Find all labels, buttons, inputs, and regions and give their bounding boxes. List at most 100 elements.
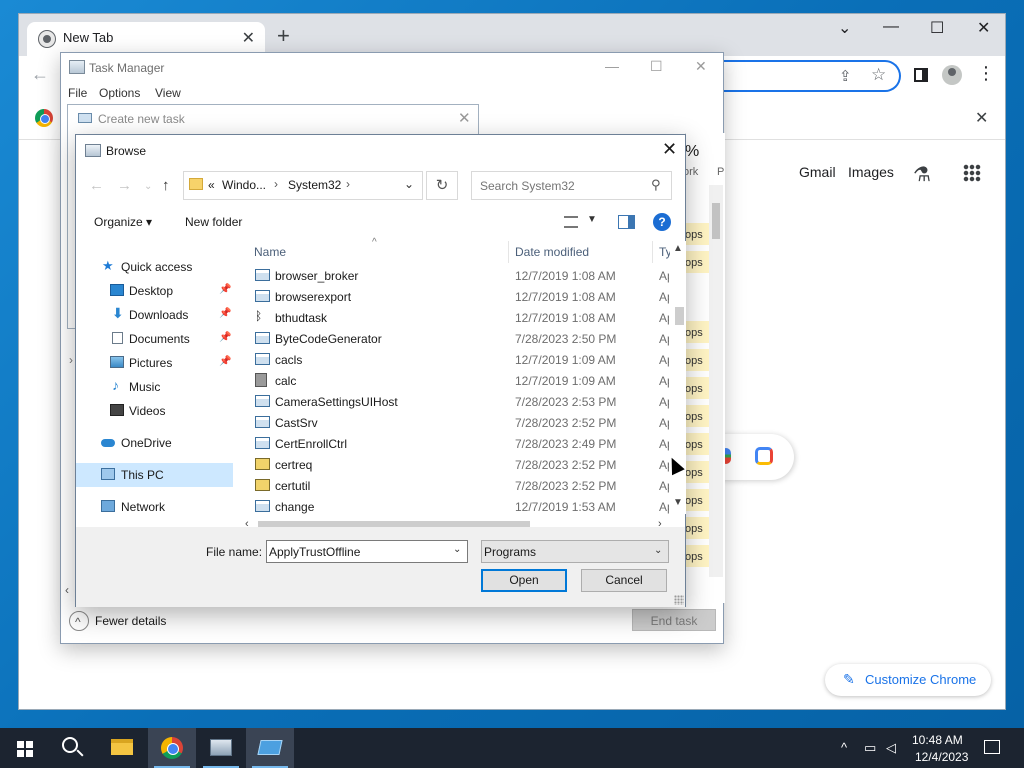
breadcrumb-system32[interactable]: System32 [288,178,341,192]
tm-scroll-thumb[interactable] [712,203,720,239]
nav-desktop[interactable]: Desktop 📌 [76,279,233,303]
tab-search-chevron-icon[interactable]: ⌄ [838,18,851,38]
nav-documents[interactable]: Documents 📌 [76,327,233,351]
start-button[interactable] [0,728,48,768]
taskbar-run-dialog[interactable] [246,728,294,768]
file-row[interactable]: CameraSettingsUIHost 7/28/2023 2:53 PM Ap [244,391,670,412]
cancel-button[interactable]: Cancel [581,569,667,592]
nav-this-pc[interactable]: This PC [76,463,233,487]
tm-menu-view[interactable]: View [155,86,181,100]
tab-close-icon[interactable]: ✕ [242,28,255,48]
pin-icon[interactable]: 📌 [219,308,231,319]
file-row[interactable]: calc 12/7/2019 1:09 AM Ap [244,370,670,391]
browse-close-icon[interactable]: ✕ [662,139,677,160]
nav-quick-access[interactable]: ★ Quick access [76,255,233,279]
pin-icon[interactable]: 📌 [219,356,231,367]
tm-maximize-icon[interactable]: ☐ [650,58,663,75]
nav-back-icon[interactable]: ← [89,177,104,194]
breadcrumb-windows[interactable]: Windo... [222,178,266,192]
file-row[interactable]: CastSrv 7/28/2023 2:52 PM Ap [244,412,670,433]
back-arrow-icon[interactable]: ← [31,64,49,85]
maximize-icon[interactable]: ☐ [930,18,944,38]
help-icon[interactable]: ? [653,213,671,231]
tm-scroll-left-icon[interactable]: ‹ [65,583,69,597]
customize-chrome-button[interactable]: ✎ Customize Chrome [825,664,991,696]
taskbar-search-button[interactable] [48,728,96,768]
fewer-details-button[interactable]: Fewer details [69,611,189,633]
column-date-modified[interactable]: Date modified [515,245,589,259]
new-folder-button[interactable]: New folder [185,215,242,229]
column-divider[interactable] [508,241,509,263]
infobar-close-icon[interactable]: ✕ [975,108,988,128]
taskbar-file-explorer[interactable] [98,728,146,768]
tm-minimize-icon[interactable]: — [605,58,619,74]
taskbar-task-manager[interactable] [197,728,245,768]
file-row[interactable]: ᛒ bthudtask 12/7/2019 1:08 AM Ap [244,307,670,328]
clock-date[interactable]: 12/4/2023 [915,750,968,764]
organize-button[interactable]: Organize ▾ [94,215,152,229]
address-overflow[interactable]: « [208,178,215,192]
address-bar[interactable]: « Windo... › System32 › ⌄ [183,171,423,200]
vertical-scroll-thumb[interactable] [675,307,684,325]
gmail-link[interactable]: Gmail [799,164,836,180]
pin-icon[interactable]: 📌 [219,332,231,343]
nav-up-icon[interactable]: ↑ [162,177,170,194]
resize-grip-icon[interactable] [674,595,684,605]
tm-vertical-scrollbar[interactable] [709,185,723,577]
nav-videos[interactable]: Videos [76,399,233,423]
breadcrumb-separator-icon[interactable]: › [274,177,278,191]
create-task-close-icon[interactable]: ✕ [458,109,471,127]
view-options-icon[interactable] [564,216,578,228]
scroll-up-icon[interactable]: ▲ [673,243,683,254]
file-row[interactable]: certutil 7/28/2023 2:52 PM Ap [244,475,670,496]
volume-muted-icon[interactable]: ◁ [886,740,896,756]
tm-power-header[interactable]: P [717,166,724,178]
nav-music[interactable]: ♪ Music [76,375,233,399]
tray-overflow-chevron-icon[interactable]: ^ [841,740,847,755]
search-input[interactable] [471,171,672,200]
file-row[interactable]: browser_broker 12/7/2019 1:08 AM Ap [244,265,670,286]
apps-grid-icon[interactable] [963,164,981,182]
file-row[interactable]: CertEnrollCtrl 7/28/2023 2:49 PM Ap [244,433,670,454]
file-name-dropdown-icon[interactable]: ⌄ [453,544,461,555]
tm-expand-chevron-icon[interactable]: › [69,353,73,367]
file-row[interactable]: change 12/7/2019 1:53 AM Ap [244,496,670,517]
nav-pictures[interactable]: Pictures 📌 [76,351,233,375]
recent-locations-icon[interactable]: ⌄ [144,181,152,192]
nav-downloads[interactable]: ⬇ Downloads 📌 [76,303,233,327]
column-divider[interactable] [652,241,653,263]
clock-time[interactable]: 10:48 AM [912,733,963,747]
network-tray-icon[interactable]: ▭ [864,740,876,756]
close-window-icon[interactable]: ✕ [977,18,990,38]
column-name[interactable]: Name [254,245,286,259]
scroll-down-icon[interactable]: ▼ [673,497,683,508]
nav-onedrive[interactable]: OneDrive [76,431,233,455]
file-row[interactable]: browserexport 12/7/2019 1:08 AM Ap [244,286,670,307]
chrome-tab-new-tab[interactable]: New Tab ✕ [27,22,265,56]
taskbar-chrome[interactable] [148,728,196,768]
profile-avatar-icon[interactable] [942,65,962,85]
tm-menu-options[interactable]: Options [99,86,140,100]
side-panel-icon[interactable] [914,68,928,82]
minimize-icon[interactable]: — [883,18,899,36]
file-name-input[interactable] [266,540,468,563]
google-lens-icon[interactable] [755,447,773,465]
end-task-button[interactable]: End task [632,609,716,631]
tm-close-icon[interactable]: ✕ [695,58,707,75]
tm-menu-file[interactable]: File [68,86,87,100]
address-dropdown-icon[interactable]: ⌄ [404,177,414,191]
refresh-button[interactable]: ↻ [426,171,458,200]
labs-flask-icon[interactable]: ⚗ [913,162,931,187]
bookmark-star-icon[interactable]: ☆ [871,65,886,85]
images-link[interactable]: Images [848,164,894,180]
share-icon[interactable]: ⇪ [839,67,852,85]
kebab-menu-icon[interactable]: ⋮ [977,63,995,84]
file-row[interactable]: certreq7/28/2023 2:52 PMAp [244,454,670,475]
notification-center-icon[interactable] [984,740,1000,754]
preview-pane-icon[interactable] [618,215,635,229]
file-type-select[interactable]: Programs ⌄ [481,540,669,563]
pin-icon[interactable]: 📌 [219,284,231,295]
nav-forward-icon[interactable]: → [117,177,132,194]
nav-network[interactable]: Network [76,495,233,519]
file-row[interactable]: ByteCodeGenerator 7/28/2023 2:50 PM Ap [244,328,670,349]
